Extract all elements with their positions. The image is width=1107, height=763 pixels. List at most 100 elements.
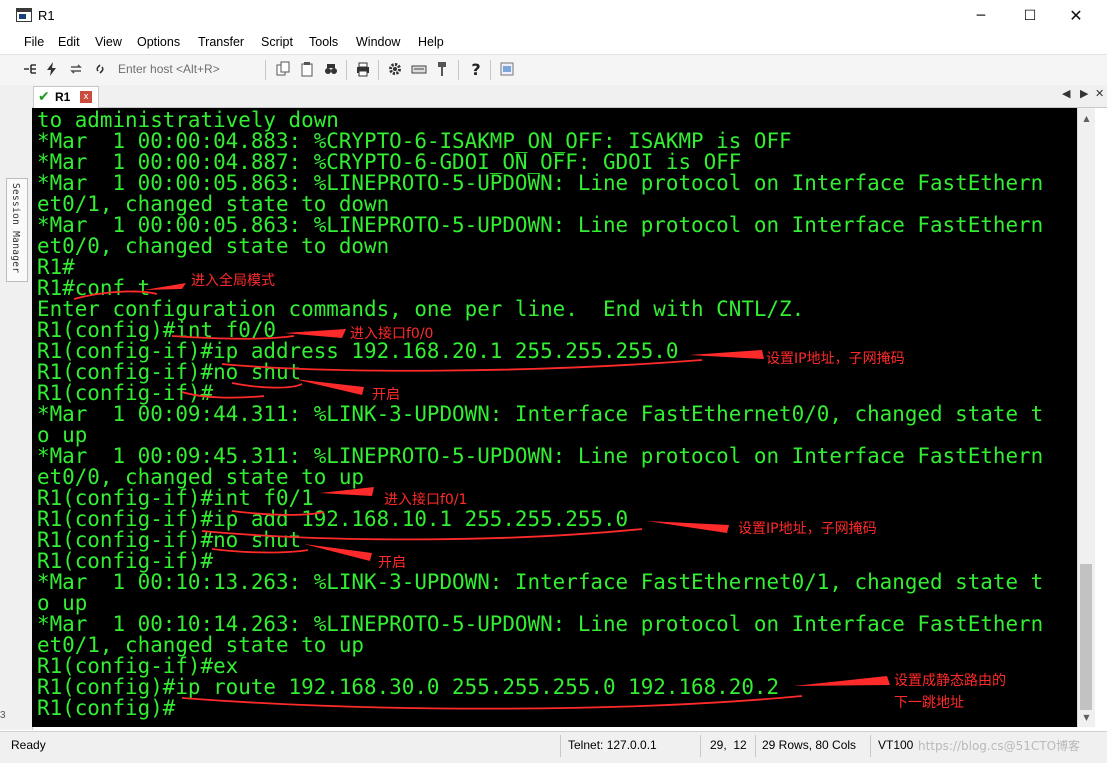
keymap-icon[interactable] <box>410 60 428 78</box>
terminal-line: R1(config)# <box>37 696 176 720</box>
menu-options[interactable]: Options <box>137 35 180 49</box>
status-separator <box>755 735 756 757</box>
status-separator <box>870 735 871 757</box>
watermark: https://blog.cs@51CTO博客 <box>918 739 1081 753</box>
disconnect-icon[interactable] <box>91 60 109 78</box>
terminal-line: *Mar 1 00:09:45.311: %LINEPROTO-5-UPDOWN… <box>37 444 1044 468</box>
edge-label: 3 <box>0 710 6 721</box>
menu-help[interactable]: Help <box>418 35 444 49</box>
terminal-line: R1# <box>37 255 75 279</box>
terminal-line: R1(config-if)#ex <box>37 654 239 678</box>
help-icon[interactable]: ? <box>467 60 485 79</box>
terminal-line: o up <box>37 423 88 447</box>
session-tab-row: ✔ R1 x ◀ ▶ ✕ <box>32 85 1107 108</box>
title-bar: R1 ─ ☐ ✕ <box>0 0 1107 32</box>
session-manager-label: Session Manager <box>10 183 21 274</box>
sftp-icon[interactable] <box>433 60 451 78</box>
terminal-line: *Mar 1 00:09:44.311: %LINK-3-UPDOWN: Int… <box>37 402 1044 426</box>
tab-prev-icon[interactable]: ◀ <box>1062 87 1070 100</box>
annotation-enable-1: 开启 <box>372 387 400 403</box>
toolbar-separator <box>378 60 379 80</box>
connected-check-icon: ✔ <box>38 88 50 104</box>
toolbar-separator <box>346 60 347 80</box>
terminal-line: *Mar 1 00:10:14.263: %LINEPROTO-5-UPDOWN… <box>37 612 1044 636</box>
terminal-line: R1(config-if)# <box>37 381 214 405</box>
status-bar: Ready Telnet: 127.0.0.1 29, 12 29 Rows, … <box>0 731 1107 763</box>
status-separator <box>700 735 701 757</box>
minimize-button[interactable]: ─ <box>958 0 1004 31</box>
find-icon[interactable] <box>322 60 340 78</box>
maximize-icon: ☐ <box>1023 7 1037 24</box>
annotation-enter-f00: 进入接口f0/0 <box>350 326 434 342</box>
terminal-line: R1#conf t <box>37 276 151 300</box>
scroll-thumb[interactable] <box>1080 564 1092 710</box>
terminal-line: et0/1, changed state to up <box>37 633 365 657</box>
terminal-line: Enter configuration commands, one per li… <box>37 297 805 321</box>
terminal-line: R1(config-if)# <box>37 549 214 573</box>
terminal-line: R1(config-if)#int f0/1 <box>37 486 314 510</box>
menu-view[interactable]: View <box>95 35 122 49</box>
terminal-line: R1(config)#ip route 192.168.30.0 255.255… <box>37 675 780 699</box>
menu-script[interactable]: Script <box>261 35 293 49</box>
close-button[interactable]: ✕ <box>1053 0 1099 31</box>
terminal-line: R1(config)#int f0/0 <box>37 318 276 342</box>
tab-r1[interactable]: ✔ R1 x <box>33 86 99 108</box>
terminal-line: to administratively down <box>37 108 339 132</box>
menu-file[interactable]: File <box>24 35 44 49</box>
reconnect-icon[interactable] <box>67 60 85 78</box>
terminal-screen[interactable]: to administratively down *Mar 1 00:00:04.… <box>32 108 1077 727</box>
session-manager-tab[interactable]: Session Manager <box>6 178 28 282</box>
terminal-line: o up <box>37 591 88 615</box>
maximize-button[interactable]: ☐ <box>1007 0 1053 31</box>
lightning-icon[interactable] <box>43 60 61 78</box>
app-icon <box>16 8 32 22</box>
menu-bar: File Edit View Options Transfer Script T… <box>0 31 1107 54</box>
paste-icon[interactable] <box>298 60 316 78</box>
annotation-set-ip-1: 设置IP地址，子网掩码 <box>766 351 905 367</box>
tab-close-all-icon[interactable]: ✕ <box>1095 87 1104 100</box>
annotation-static-route-1: 设置成静态路由的 <box>894 673 1006 689</box>
terminal-line: R1(config-if)#ip add 192.168.10.1 255.25… <box>37 507 629 531</box>
terminal-line: *Mar 1 00:10:13.263: %LINK-3-UPDOWN: Int… <box>37 570 1044 594</box>
window-title: R1 <box>38 8 55 23</box>
terminal-line: R1(config-if)#no shut <box>37 528 302 552</box>
tab-next-icon[interactable]: ▶ <box>1080 87 1088 100</box>
terminal-line: *Mar 1 00:00:05.863: %LINEPROTO-5-UPDOWN… <box>37 171 1044 195</box>
vertical-scrollbar[interactable]: ▲ ▼ <box>1077 108 1095 727</box>
toolbar-separator <box>458 60 459 80</box>
toolbar-separator <box>490 60 491 80</box>
session-manager-strip: Session Manager <box>0 85 33 730</box>
terminal-line: *Mar 1 00:00:05.863: %LINEPROTO-5-UPDOWN… <box>37 213 1044 237</box>
host-input[interactable] <box>114 59 267 79</box>
menu-transfer[interactable]: Transfer <box>198 35 244 49</box>
status-cursor: 29, 12 <box>710 738 747 752</box>
status-emulation: VT100 <box>878 738 914 752</box>
terminal-line: *Mar 1 00:00:04.887: %CRYPTO-6-GDOI_ON_O… <box>37 150 742 174</box>
copy-icon[interactable] <box>274 60 292 78</box>
connect-icon[interactable] <box>21 60 39 78</box>
menu-window[interactable]: Window <box>356 35 400 49</box>
status-connection: Telnet: 127.0.0.1 <box>568 738 657 752</box>
terminal-line: *Mar 1 00:00:04.883: %CRYPTO-6-ISAKMP_ON… <box>37 129 792 153</box>
scroll-up-icon[interactable]: ▲ <box>1078 110 1095 126</box>
tab-close-icon[interactable]: x <box>80 91 92 103</box>
scroll-down-icon[interactable]: ▼ <box>1078 709 1095 725</box>
menu-edit[interactable]: Edit <box>58 35 80 49</box>
close-icon: ✕ <box>1069 6 1083 25</box>
menu-tools[interactable]: Tools <box>309 35 338 49</box>
tab-r1-label: R1 <box>55 90 71 104</box>
annotation-set-ip-2: 设置IP地址，子网掩码 <box>738 521 877 537</box>
terminal-line: et0/0, changed state to up <box>37 465 365 489</box>
settings-icon[interactable] <box>386 60 404 78</box>
toolbar: ? <box>0 54 1107 86</box>
terminal-line: et0/0, changed state to down <box>37 234 390 258</box>
script-icon[interactable] <box>498 60 516 78</box>
status-ready: Ready <box>11 738 46 752</box>
annotation-enter-f01: 进入接口f0/1 <box>384 492 468 508</box>
print-icon[interactable] <box>354 60 372 78</box>
minimize-icon: ─ <box>976 7 986 24</box>
annotation-static-route-2: 下一跳地址 <box>894 695 964 711</box>
status-size: 29 Rows, 80 Cols <box>762 738 857 752</box>
annotation-global-mode: 进入全局模式 <box>191 273 275 289</box>
annotation-enable-2: 开启 <box>378 555 406 571</box>
